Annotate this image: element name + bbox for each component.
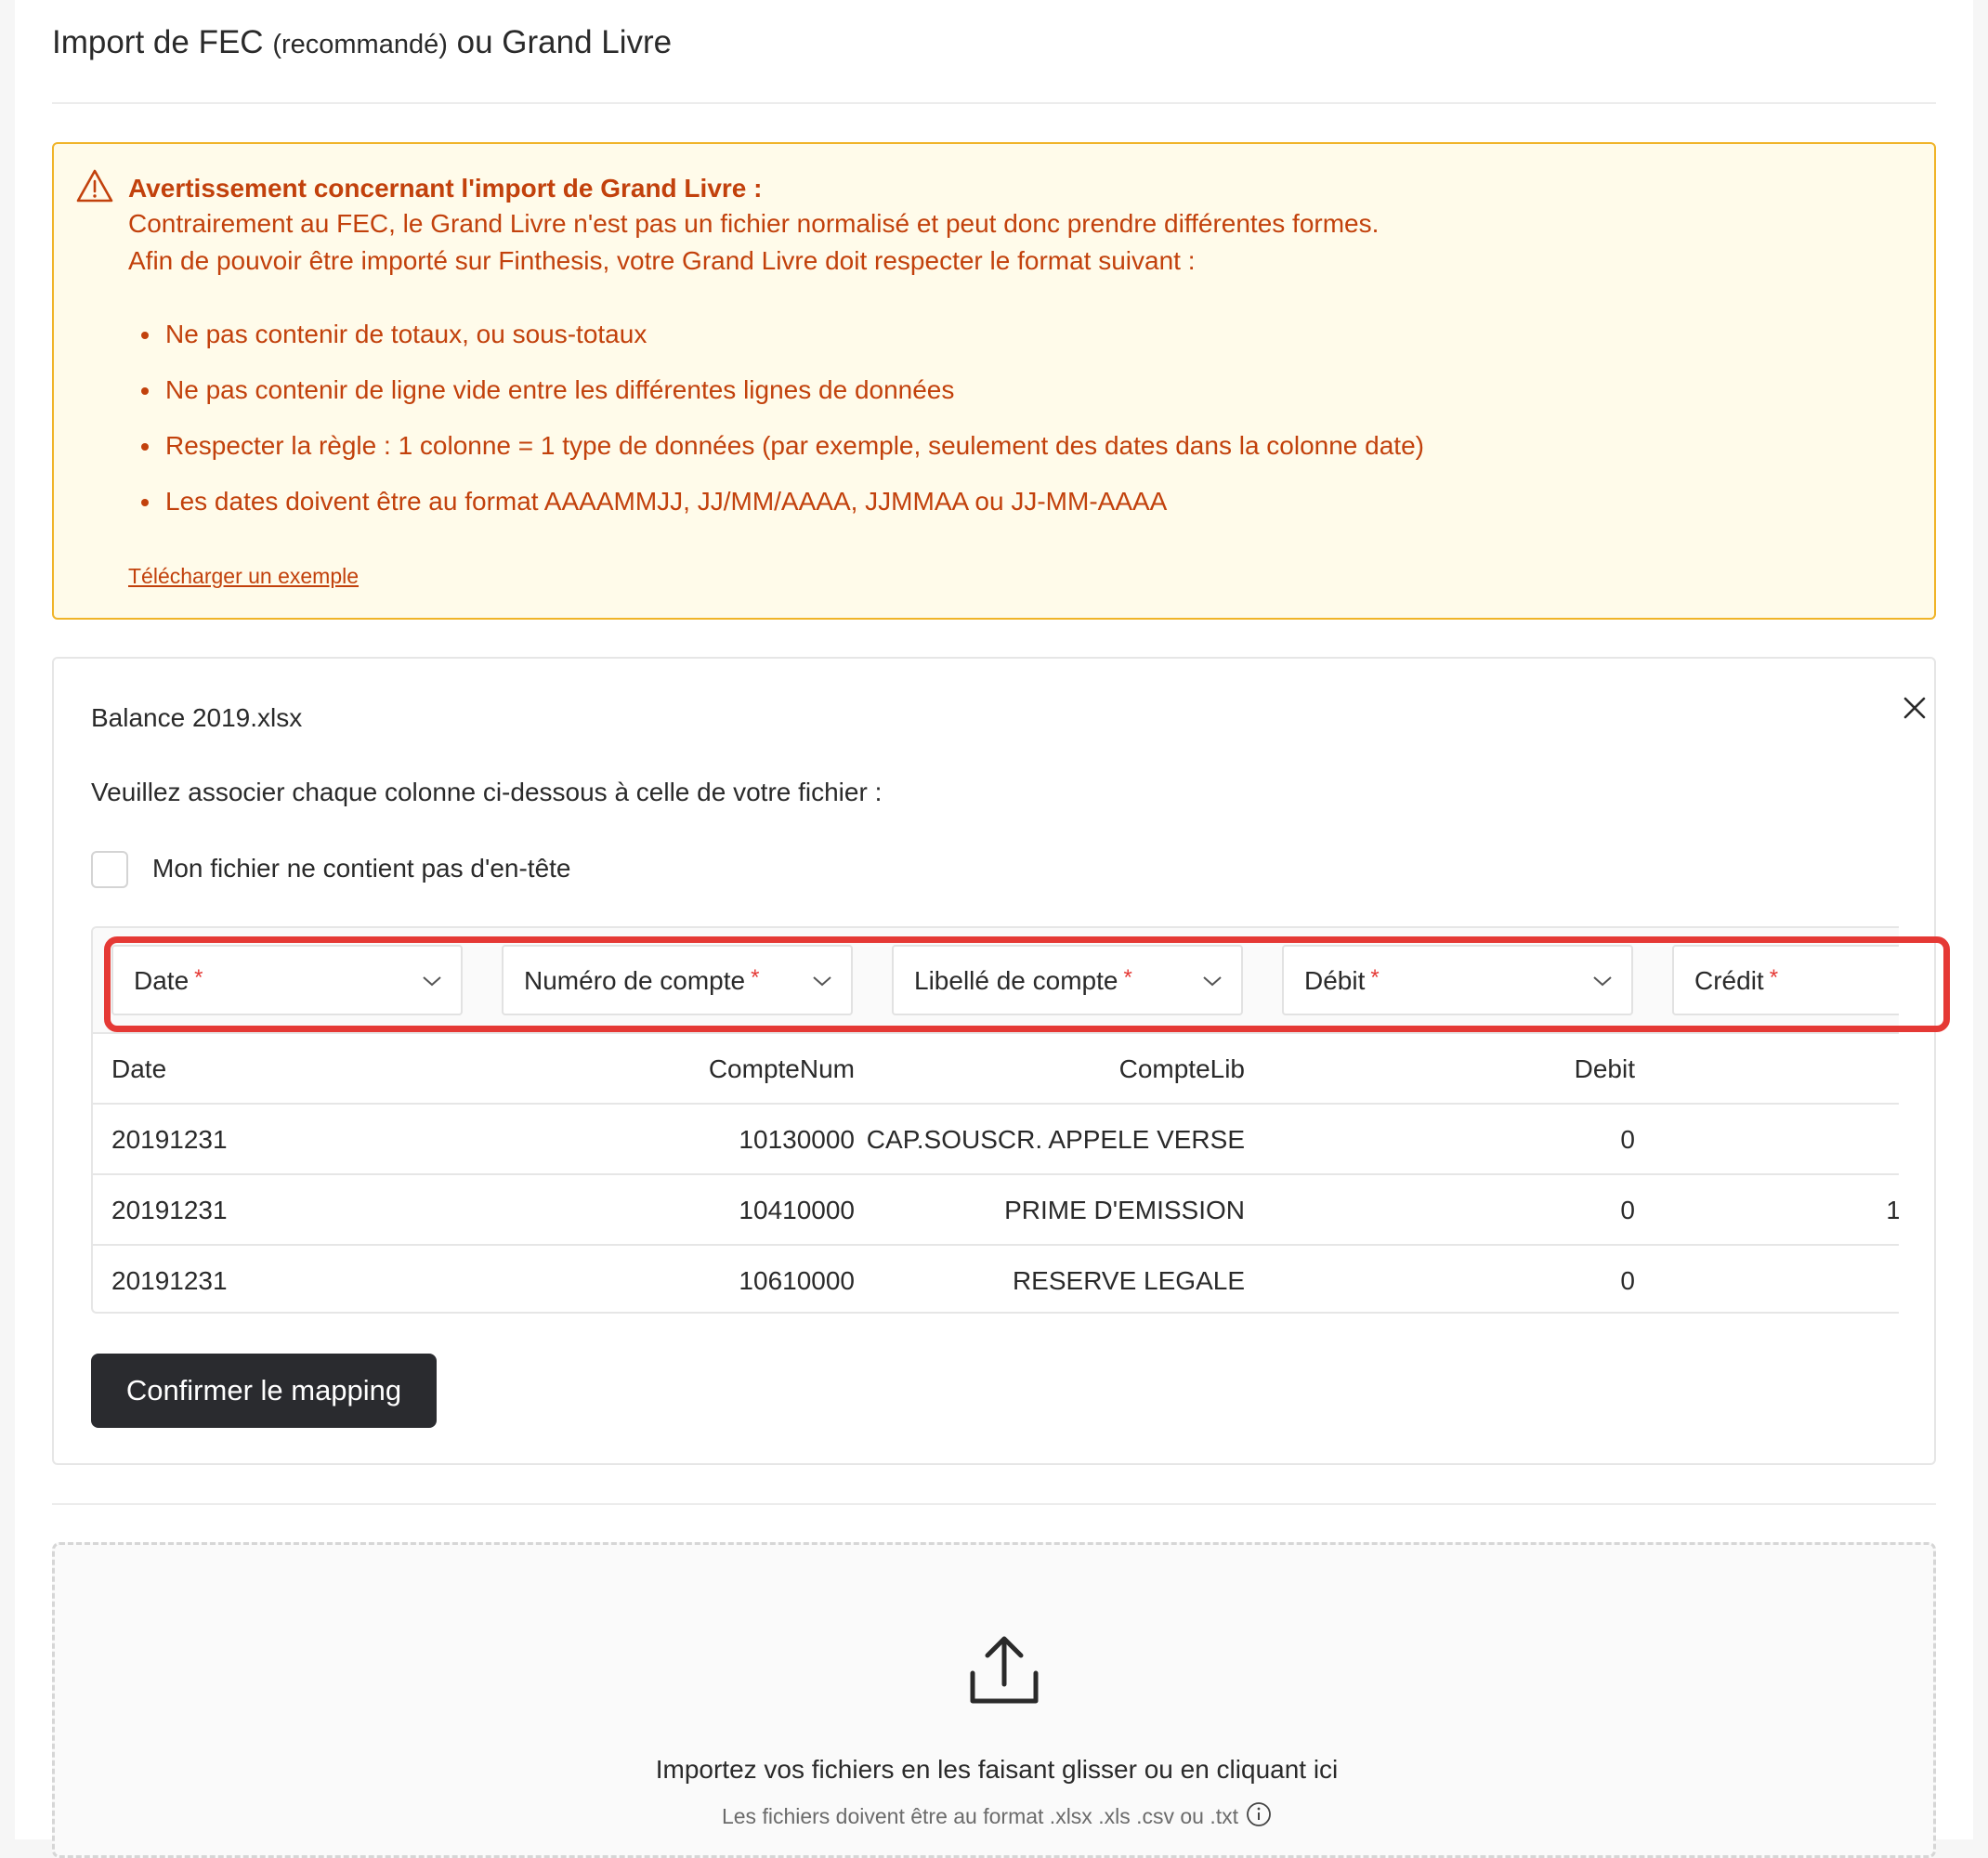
- mapping-table: Date * Numéro de compte * Libellé de compt…: [91, 926, 1899, 1314]
- select-label: Débit: [1304, 966, 1366, 995]
- file-name: Balance 2019.xlsx: [91, 703, 303, 732]
- cell-comptelib: CAP.SOUSCR. APPELE VERSE: [866, 1125, 1245, 1154]
- dropzone-subtitle: Les fichiers doivent être au format .xls…: [55, 1801, 1939, 1829]
- grand-livre-warning: Avertissement concernant l'import de Gra…: [52, 142, 1936, 620]
- chevron-down-icon: [1203, 976, 1222, 987]
- select-label: Numéro de compte: [524, 966, 746, 995]
- select-label: Date: [134, 966, 190, 995]
- select-debit[interactable]: Débit *: [1282, 945, 1633, 1015]
- download-example-link[interactable]: Télécharger un exemple: [128, 564, 359, 589]
- required-mark: *: [1123, 965, 1132, 990]
- select-numero-de-compte[interactable]: Numéro de compte *: [502, 945, 853, 1015]
- cell-date: 20191231: [111, 1125, 228, 1154]
- warning-line-2: Afin de pouvoir être importé sur Finthes…: [128, 246, 1196, 275]
- table-header-row: Date CompteNum CompteLib Debit: [93, 1034, 1899, 1105]
- required-mark: *: [1370, 965, 1380, 990]
- no-header-checkbox-label[interactable]: Mon fichier ne contient pas d'en-tête: [152, 854, 571, 883]
- column-selects-row: Date * Numéro de compte * Libellé de compt…: [93, 928, 1899, 1034]
- preview-table: Date CompteNum CompteLib Debit 20191231 …: [93, 1034, 1899, 1312]
- cell-debit: 0: [1620, 1196, 1635, 1224]
- upload-icon: [970, 1636, 1039, 1704]
- import-page: Import de FEC (recommandé) ou Grand Livr…: [15, 0, 1973, 1858]
- column-header-comptenum: CompteNum: [708, 1054, 855, 1083]
- cell-comptelib: RESERVE LEGALE: [1012, 1266, 1245, 1295]
- column-header-date: Date: [111, 1054, 167, 1083]
- chevron-down-icon: [813, 976, 831, 987]
- file-dropzone[interactable]: Importez vos fichiers en les faisant gli…: [52, 1542, 1936, 1858]
- close-icon[interactable]: [1899, 692, 1930, 724]
- select-credit[interactable]: Crédit *: [1672, 945, 1899, 1015]
- cell-comptenum: 10610000: [739, 1266, 855, 1295]
- select-libelle-de-compte[interactable]: Libellé de compte *: [892, 945, 1243, 1015]
- cell-comptelib: PRIME D'EMISSION: [1004, 1196, 1245, 1224]
- chevron-down-icon: [1593, 976, 1612, 987]
- warning-rule: Ne pas contenir de totaux, ou sous-totau…: [139, 319, 1424, 374]
- section-divider: [52, 1503, 1936, 1505]
- table-row: 20191231 10130000 CAP.SOUSCR. APPELE VER…: [93, 1105, 1899, 1175]
- info-icon[interactable]: [1246, 1801, 1272, 1827]
- warning-line-1: Contrairement au FEC, le Grand Livre n'e…: [128, 209, 1380, 238]
- warning-rule: Ne pas contenir de ligne vide entre les …: [139, 374, 1424, 430]
- cell-debit: 0: [1620, 1266, 1635, 1295]
- select-label: Libellé de compte: [914, 966, 1118, 995]
- mapping-instruction: Veuillez associer chaque colonne ci-dess…: [91, 778, 883, 806]
- required-mark: *: [751, 965, 760, 990]
- cell-comptenum: 10130000: [739, 1125, 855, 1154]
- page-header: Import de FEC (recommandé) ou Grand Livr…: [52, 0, 1936, 104]
- select-label: Crédit: [1694, 966, 1764, 995]
- table-row: 20191231 10610000 RESERVE LEGALE 0: [93, 1246, 1899, 1312]
- cell-debit: 0: [1620, 1125, 1635, 1154]
- table-row: 20191231 10410000 PRIME D'EMISSION 0 1: [93, 1175, 1899, 1246]
- warning-rule: Les dates doivent être au format AAAAMMJ…: [139, 486, 1424, 542]
- required-mark: *: [1769, 965, 1779, 990]
- warning-title: Avertissement concernant l'import de Gra…: [128, 174, 763, 203]
- warning-rules-list: Ne pas contenir de totaux, ou sous-totau…: [139, 319, 1424, 542]
- no-header-checkbox[interactable]: [91, 851, 128, 888]
- warning-triangle-icon: [76, 169, 113, 203]
- cell-comptenum: 10410000: [739, 1196, 855, 1224]
- warning-rule: Respecter la règle : 1 colonne = 1 type …: [139, 430, 1424, 486]
- cell-date: 20191231: [111, 1196, 228, 1224]
- cell-credit: 1: [1886, 1175, 1899, 1246]
- column-header-debit: Debit: [1574, 1054, 1635, 1083]
- select-date[interactable]: Date *: [111, 945, 463, 1015]
- chevron-down-icon: [423, 976, 441, 987]
- required-mark: *: [194, 965, 203, 990]
- page-title: Import de FEC (recommandé) ou Grand Livr…: [52, 24, 673, 60]
- column-header-comptelib: CompteLib: [1118, 1054, 1245, 1083]
- column-mapping-panel: Balance 2019.xlsx Veuillez associer chaq…: [52, 657, 1936, 1465]
- cell-date: 20191231: [111, 1266, 228, 1295]
- confirm-mapping-button[interactable]: Confirmer le mapping: [91, 1354, 437, 1428]
- dropzone-title: Importez vos fichiers en les faisant gli…: [655, 1755, 1339, 1784]
